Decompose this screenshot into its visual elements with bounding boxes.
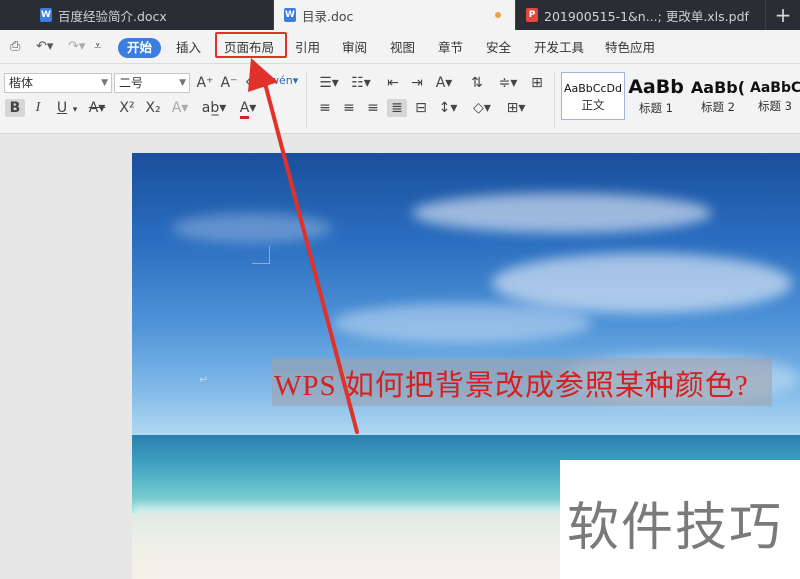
annotation-arrow-icon: [248, 58, 359, 434]
